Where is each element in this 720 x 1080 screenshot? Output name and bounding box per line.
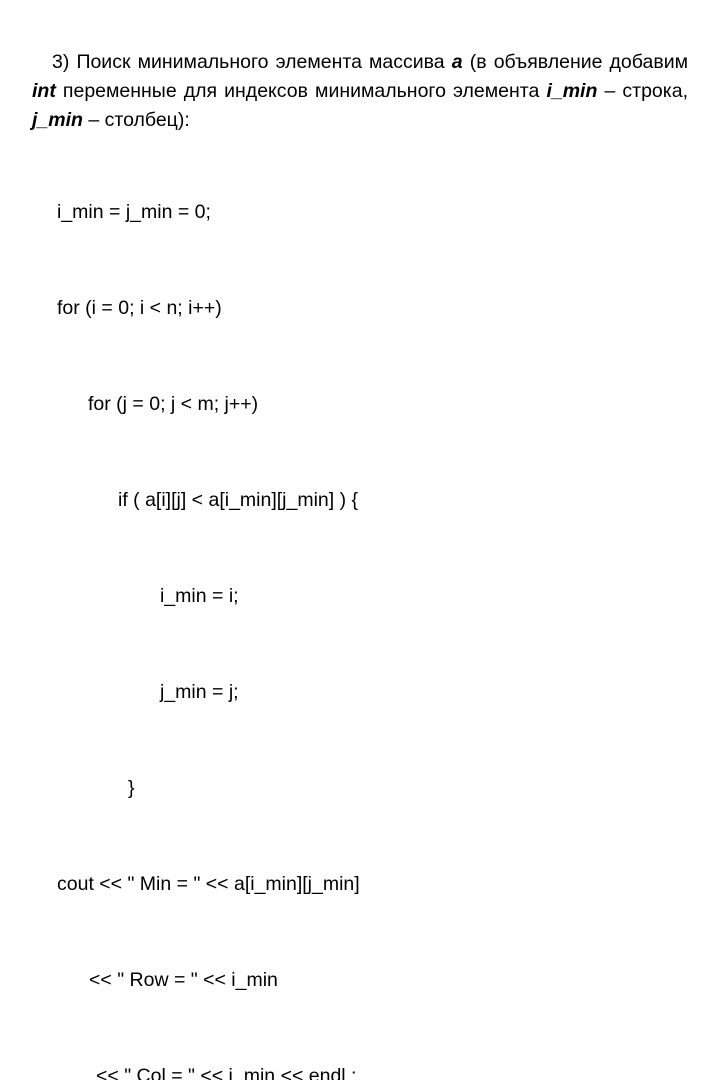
- code-line: for (i = 0; i < n; i++): [57, 297, 222, 319]
- code-line: << " Col = " << j_min << endl ;: [96, 1065, 357, 1080]
- code-line: j_min = j;: [160, 681, 239, 703]
- task-text-segment-0: 3) Поиск минимального элемента массива: [52, 50, 452, 73]
- task-text-segment-2: переменные для индексов минимального эле…: [55, 79, 547, 102]
- task-emphasis-array-a: a: [451, 50, 463, 73]
- task-emphasis-i-min: i_min: [546, 79, 598, 102]
- code-line: cout << " Min = " << a[i_min][j_min]: [57, 873, 360, 895]
- task-description-paragraph: 3) Поиск минимального элемента массива a…: [32, 48, 688, 135]
- task-text-segment-3: – строка,: [597, 79, 688, 102]
- code-line: i_min = j_min = 0;: [57, 201, 211, 223]
- task-emphasis-keyword-int: int: [32, 79, 56, 102]
- code-line: i_min = i;: [160, 585, 239, 607]
- task-text-segment-1: (в объявление добавим: [462, 50, 689, 73]
- code-listing: i_min = j_min = 0; for (i = 0; i < n; i+…: [0, 132, 720, 1080]
- task-emphasis-j-min: j_min: [32, 108, 83, 131]
- code-line: if ( a[i][j] < a[i_min][j_min] ) {: [118, 489, 359, 511]
- task-text-segment-4: – столбец):: [82, 108, 190, 131]
- code-line: for (j = 0; j < m; j++): [88, 393, 259, 415]
- code-line: }: [128, 777, 135, 799]
- code-line: << " Row = " << i_min: [89, 969, 278, 991]
- slide-canvas: 3) Поиск минимального элемента массива a…: [0, 0, 720, 1080]
